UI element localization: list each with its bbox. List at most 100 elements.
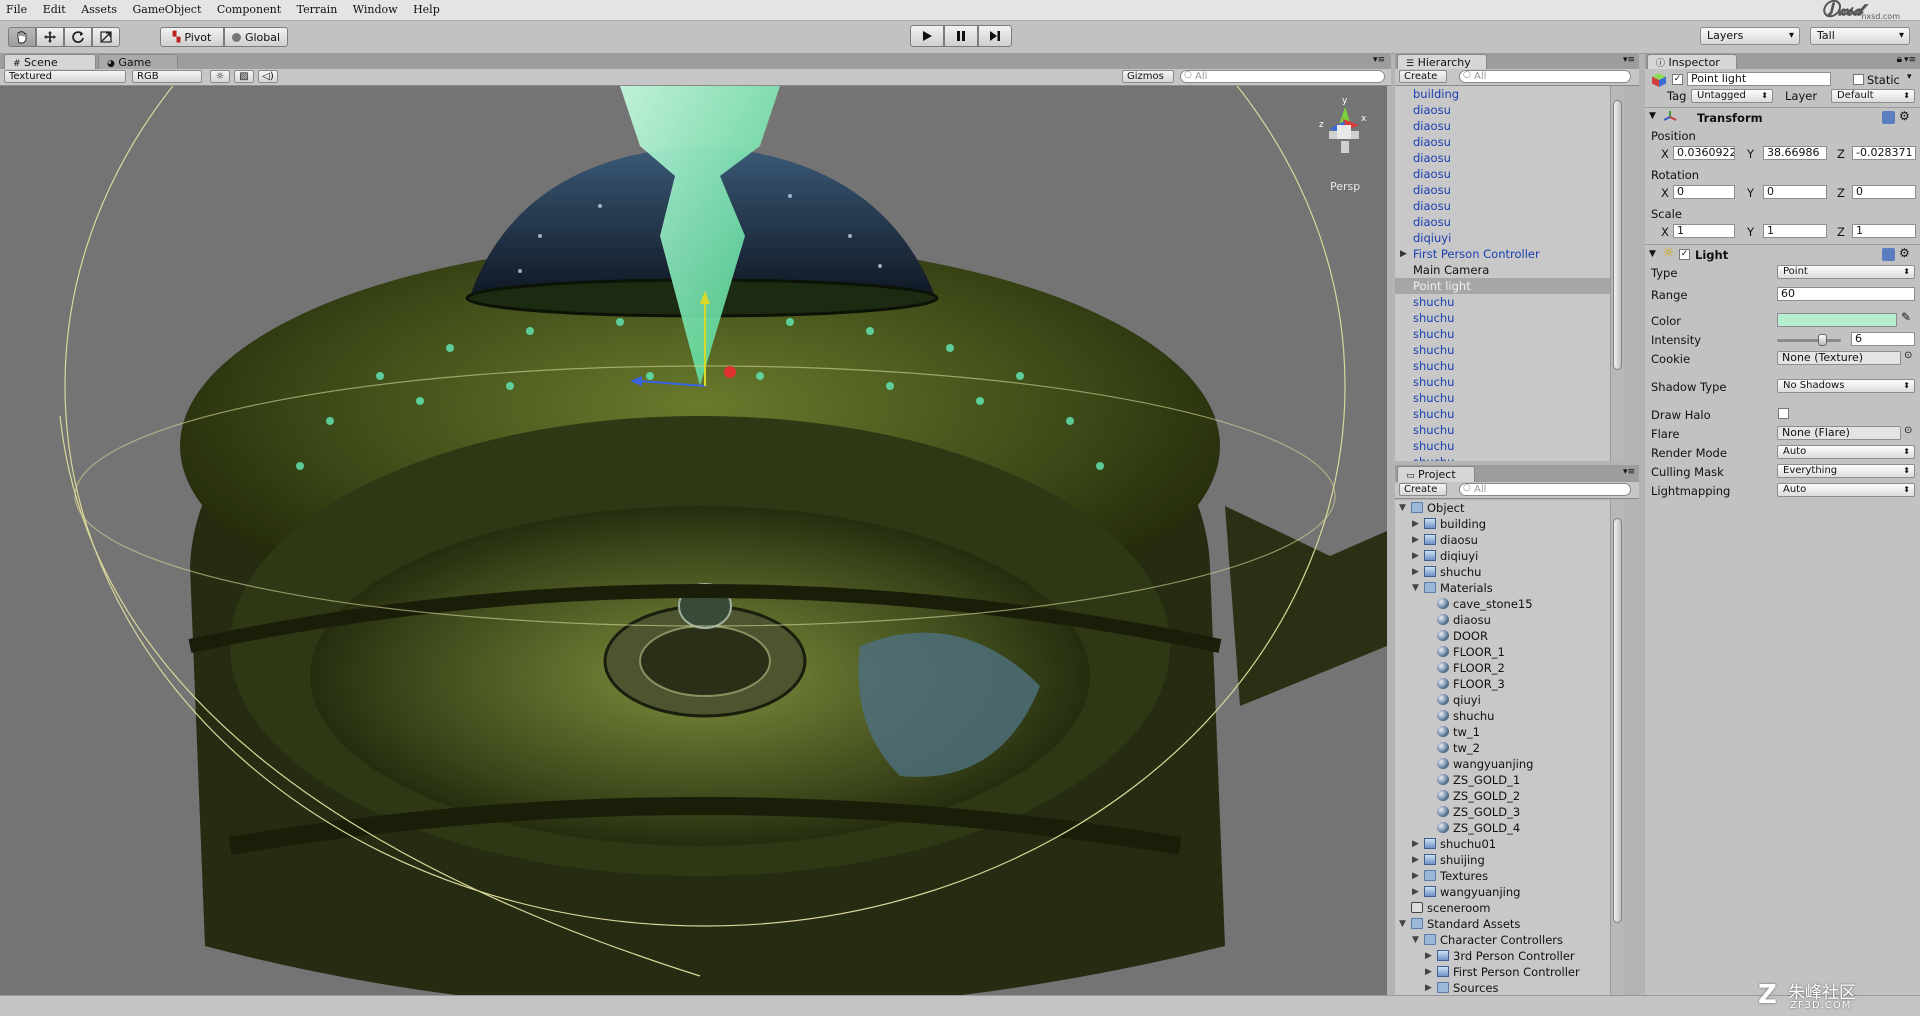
tab-inspector[interactable]: ⓘ Inspector bbox=[1647, 54, 1737, 70]
layer-dropdown[interactable]: Default bbox=[1831, 89, 1915, 103]
expand-arrow-icon[interactable]: ▶ bbox=[1412, 836, 1419, 852]
project-item[interactable]: ▼ Object bbox=[1395, 500, 1625, 516]
expand-arrow-icon[interactable]: ▶ bbox=[1425, 964, 1432, 980]
lightmapping-dropdown[interactable]: Auto bbox=[1777, 483, 1915, 497]
transform-help-icon[interactable] bbox=[1882, 111, 1895, 124]
intensity-field[interactable]: 6 bbox=[1851, 332, 1915, 346]
expand-arrow-icon[interactable]: ▶ bbox=[1412, 532, 1419, 548]
project-create-dropdown[interactable]: Create bbox=[1399, 483, 1447, 496]
scene-skybox-toggle[interactable]: ▨ bbox=[234, 70, 254, 83]
transform-settings-icon[interactable]: ⚙ bbox=[1899, 109, 1910, 123]
scale-y-field[interactable]: 1 bbox=[1763, 224, 1827, 238]
hierarchy-item[interactable]: diaosu bbox=[1395, 166, 1625, 182]
hierarchy-item[interactable]: diaosu bbox=[1395, 182, 1625, 198]
eyedropper-icon[interactable]: ✎ bbox=[1901, 310, 1911, 324]
static-dropdown-icon[interactable]: ▾ bbox=[1907, 72, 1912, 82]
collapse-arrow-icon[interactable]: ▼ bbox=[1412, 932, 1419, 948]
project-search-input[interactable]: All bbox=[1459, 483, 1631, 496]
project-item[interactable]: ▶ First Person Controller bbox=[1395, 964, 1625, 980]
hierarchy-item[interactable]: shuchu bbox=[1395, 342, 1625, 358]
expand-arrow-icon[interactable]: ▶ bbox=[1400, 246, 1407, 262]
step-button[interactable] bbox=[978, 25, 1012, 47]
position-z-field[interactable]: -0.028371 bbox=[1852, 146, 1916, 160]
project-item[interactable]: cave_stone15 bbox=[1395, 596, 1625, 612]
rotation-y-field[interactable]: 0 bbox=[1763, 185, 1827, 199]
global-toggle-button[interactable]: Global bbox=[224, 27, 288, 47]
project-item[interactable]: ▶ 3rd Person Controller bbox=[1395, 948, 1625, 964]
hierarchy-item[interactable]: diaosu bbox=[1395, 134, 1625, 150]
project-item[interactable]: shuchu bbox=[1395, 708, 1625, 724]
hierarchy-item[interactable]: shuchu bbox=[1395, 374, 1625, 390]
move-tool-button[interactable] bbox=[36, 27, 64, 47]
project-item[interactable]: FLOOR_1 bbox=[1395, 644, 1625, 660]
persp-label[interactable]: Persp bbox=[1330, 180, 1360, 193]
hierarchy-item[interactable]: shuchu bbox=[1395, 326, 1625, 342]
hierarchy-item[interactable]: Main Camera bbox=[1395, 262, 1625, 278]
menu-file[interactable]: File bbox=[0, 0, 33, 20]
gameobject-name-field[interactable]: Point light bbox=[1687, 72, 1831, 86]
project-item[interactable]: tw_1 bbox=[1395, 724, 1625, 740]
hierarchy-item[interactable]: shuchu bbox=[1395, 390, 1625, 406]
hierarchy-scroll-thumb[interactable] bbox=[1613, 100, 1622, 370]
project-item[interactable]: ▶ building bbox=[1395, 516, 1625, 532]
cookie-target-icon[interactable]: ⊙ bbox=[1904, 350, 1912, 361]
rotation-x-field[interactable]: 0 bbox=[1673, 185, 1735, 199]
expand-arrow-icon[interactable]: ▶ bbox=[1425, 948, 1432, 964]
light-enabled-checkbox[interactable]: ✓ bbox=[1679, 249, 1690, 260]
project-item[interactable]: ▶ Sources bbox=[1395, 980, 1625, 995]
tab-project[interactable]: ▭ Project bbox=[1397, 466, 1475, 482]
tag-dropdown[interactable]: Untagged bbox=[1691, 89, 1773, 103]
pause-button[interactable] bbox=[944, 25, 978, 47]
menu-window[interactable]: Window bbox=[347, 0, 404, 20]
hierarchy-item[interactable]: Point light bbox=[1395, 278, 1625, 294]
transform-foldout-icon[interactable]: ▼ bbox=[1649, 111, 1656, 121]
culling-mask-dropdown[interactable]: Everything bbox=[1777, 464, 1915, 478]
project-item[interactable]: ▶ Textures bbox=[1395, 868, 1625, 884]
collapse-arrow-icon[interactable]: ▼ bbox=[1399, 916, 1406, 932]
hierarchy-item[interactable]: shuchu bbox=[1395, 406, 1625, 422]
project-item[interactable]: ▶ diqiuyi bbox=[1395, 548, 1625, 564]
expand-arrow-icon[interactable]: ▶ bbox=[1425, 980, 1432, 995]
scale-x-field[interactable]: 1 bbox=[1673, 224, 1735, 238]
project-item[interactable]: FLOOR_2 bbox=[1395, 660, 1625, 676]
intensity-slider-thumb[interactable] bbox=[1818, 334, 1827, 346]
menu-component[interactable]: Component bbox=[211, 0, 287, 20]
scale-z-field[interactable]: 1 bbox=[1852, 224, 1916, 238]
project-panel-menu-icon[interactable]: ▾≡ bbox=[1623, 467, 1635, 477]
collapse-arrow-icon[interactable]: ▼ bbox=[1412, 580, 1419, 596]
play-button[interactable] bbox=[910, 25, 944, 47]
menu-help[interactable]: Help bbox=[407, 0, 446, 20]
color-mode-dropdown[interactable]: RGB bbox=[132, 70, 202, 83]
project-item[interactable]: ▶ wangyuanjing bbox=[1395, 884, 1625, 900]
hierarchy-item[interactable]: shuchu bbox=[1395, 422, 1625, 438]
inspector-lock-icon[interactable]: 🔒︎ bbox=[1897, 54, 1902, 65]
hierarchy-item[interactable]: diaosu bbox=[1395, 118, 1625, 134]
color-swatch[interactable] bbox=[1777, 313, 1897, 327]
hierarchy-item[interactable]: diaosu bbox=[1395, 150, 1625, 166]
project-item[interactable]: sceneroom bbox=[1395, 900, 1625, 916]
inspector-panel-menu-icon[interactable]: ▾≡ bbox=[1904, 55, 1916, 65]
project-item[interactable]: wangyuanjing bbox=[1395, 756, 1625, 772]
scale-tool-button[interactable] bbox=[92, 27, 120, 47]
tab-hierarchy[interactable]: ☰ Hierarchy bbox=[1397, 54, 1487, 70]
collapse-arrow-icon[interactable]: ▼ bbox=[1399, 500, 1406, 516]
hierarchy-item[interactable]: shuchu bbox=[1395, 438, 1625, 454]
menu-terrain[interactable]: Terrain bbox=[291, 0, 344, 20]
project-item[interactable]: qiuyi bbox=[1395, 692, 1625, 708]
project-item[interactable]: ▼ Character Controllers bbox=[1395, 932, 1625, 948]
hand-tool-button[interactable] bbox=[8, 27, 36, 47]
expand-arrow-icon[interactable]: ▶ bbox=[1412, 548, 1419, 564]
light-foldout-icon[interactable]: ▼ bbox=[1649, 249, 1656, 259]
project-item[interactable]: ZS_GOLD_3 bbox=[1395, 804, 1625, 820]
expand-arrow-icon[interactable]: ▶ bbox=[1412, 868, 1419, 884]
type-dropdown[interactable]: Point bbox=[1777, 265, 1915, 279]
layers-dropdown[interactable]: Layers bbox=[1700, 27, 1800, 45]
rotation-z-field[interactable]: 0 bbox=[1852, 185, 1916, 199]
orientation-gizmo[interactable]: y x z bbox=[1319, 96, 1367, 153]
hierarchy-item[interactable]: ▶ First Person Controller bbox=[1395, 246, 1625, 262]
expand-arrow-icon[interactable]: ▶ bbox=[1412, 852, 1419, 868]
expand-arrow-icon[interactable]: ▶ bbox=[1412, 884, 1419, 900]
hierarchy-item[interactable]: building bbox=[1395, 86, 1625, 102]
menu-edit[interactable]: Edit bbox=[37, 0, 72, 20]
project-item[interactable]: ZS_GOLD_1 bbox=[1395, 772, 1625, 788]
